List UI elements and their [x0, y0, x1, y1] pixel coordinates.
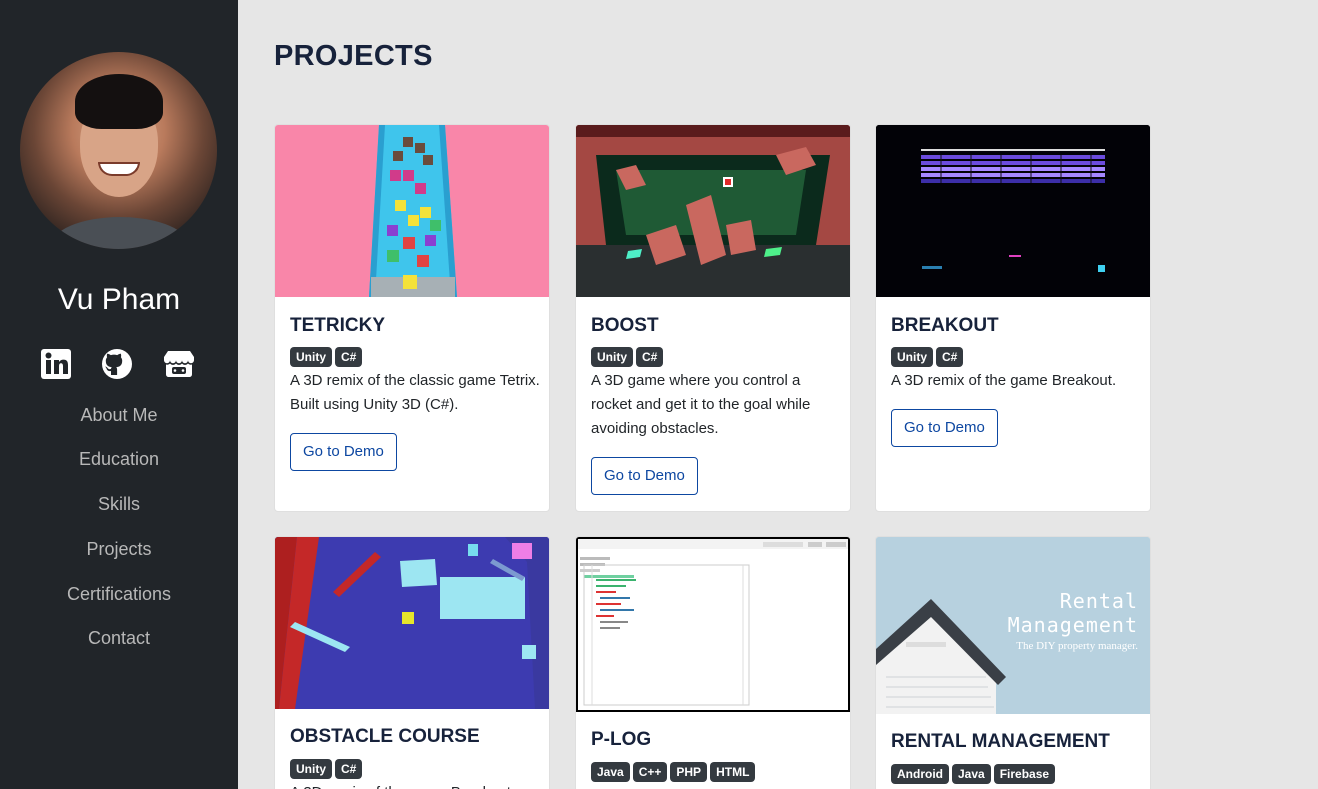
- project-card-rental-management: Rental Management The DIY property manag…: [875, 536, 1151, 789]
- project-card-boost: BOOST Unity C# A 3D game where you contro…: [575, 124, 851, 512]
- rental-image-line1: Rental: [1059, 589, 1138, 613]
- project-card-breakout: BREAKOUT Unity C# A 3D remix of the game …: [875, 124, 1151, 512]
- nav-projects[interactable]: Projects: [0, 539, 238, 560]
- rental-image-line2: Management: [1007, 613, 1138, 637]
- go-to-demo-button[interactable]: Go to Demo: [591, 457, 698, 495]
- project-tags: Unity C#: [591, 347, 666, 367]
- nav-education[interactable]: Education: [0, 449, 238, 470]
- tag-badge: Unity: [290, 347, 332, 367]
- project-image[interactable]: [275, 125, 549, 297]
- project-title: RENTAL MANAGEMENT: [891, 731, 1110, 752]
- avatar: [20, 52, 217, 249]
- go-to-demo-button[interactable]: Go to Demo: [891, 409, 998, 447]
- social-links: [0, 348, 238, 384]
- tag-badge: Firebase: [993, 764, 1056, 784]
- linkedin-icon[interactable]: [40, 348, 72, 380]
- project-image[interactable]: [576, 125, 850, 297]
- project-title: BOOST: [591, 315, 659, 336]
- profile-name: Vu Pham: [57, 283, 181, 316]
- project-title: P-LOG: [591, 729, 652, 750]
- tag-badge: C#: [335, 759, 363, 779]
- project-title: BREAKOUT: [891, 315, 999, 336]
- itchio-icon[interactable]: [163, 348, 195, 380]
- tag-badge: Java: [952, 764, 991, 784]
- tag-badge: Unity: [591, 347, 633, 367]
- project-card-p-log: P-LOG Java C++ PHP HTML: [575, 536, 851, 789]
- project-description: A 3D remix of the game Breakout.: [290, 781, 540, 789]
- nav-certifications[interactable]: Certifications: [0, 584, 238, 605]
- rental-image-tagline: The DIY property manager.: [1016, 640, 1138, 652]
- tag-badge: C++: [632, 762, 668, 782]
- page-title: PROJECTS: [274, 40, 433, 72]
- project-description: A 3D remix of the classic game Tetrix. B…: [290, 372, 540, 413]
- github-icon[interactable]: [101, 348, 133, 380]
- project-image[interactable]: Rental Management The DIY property manag…: [876, 537, 1150, 714]
- project-tags: Android Java Firebase: [891, 764, 1058, 784]
- tag-badge: C#: [936, 347, 964, 367]
- project-title: OBSTACLE COURSE: [290, 726, 480, 747]
- nav-about-me[interactable]: About Me: [0, 405, 238, 426]
- go-to-demo-button[interactable]: Go to Demo: [290, 433, 397, 471]
- tag-badge: Unity: [290, 759, 332, 779]
- tag-badge: PHP: [670, 762, 708, 782]
- tag-badge: Android: [891, 764, 949, 784]
- project-description: A 3D remix of the game Breakout.: [891, 372, 1117, 389]
- sidebar: Vu Pham About Me Education Skills Projec…: [0, 0, 238, 789]
- project-image[interactable]: [576, 537, 850, 712]
- tag-badge: Unity: [891, 347, 933, 367]
- project-tags: Java C++ PHP HTML: [591, 762, 758, 782]
- project-card-tetricky: TETRICKY Unity C# A 3D remix of the class…: [274, 124, 550, 512]
- tag-badge: HTML: [710, 762, 756, 782]
- nav-contact[interactable]: Contact: [0, 628, 238, 649]
- project-card-obstacle-course: OBSTACLE COURSE UnityC# A 3D remix of th…: [274, 536, 550, 789]
- tag-badge: Java: [591, 762, 630, 782]
- project-tags: Unity C#: [891, 347, 966, 367]
- project-tags: Unity C#: [290, 347, 365, 367]
- project-tags: Unity C#: [290, 759, 365, 779]
- tag-badge: C#: [636, 347, 664, 367]
- tag-badge: C#: [335, 347, 363, 367]
- nav-skills[interactable]: Skills: [0, 494, 238, 515]
- project-image[interactable]: [275, 537, 549, 709]
- project-description: A 3D game where you control a rocket and…: [591, 372, 811, 437]
- project-image[interactable]: [876, 125, 1150, 297]
- project-title: TETRICKY: [290, 315, 385, 336]
